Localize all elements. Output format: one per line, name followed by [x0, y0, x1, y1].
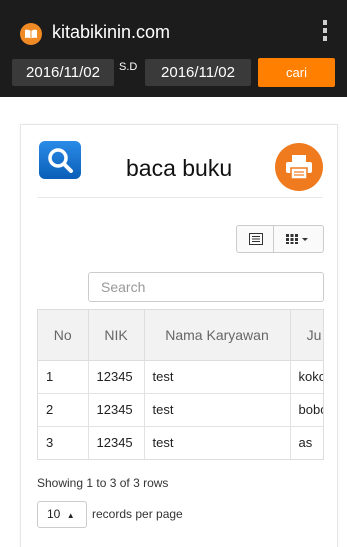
table-cell: 12345: [88, 425, 145, 459]
card-title: baca buku: [126, 155, 233, 181]
column-header-no[interactable]: No: [38, 310, 89, 361]
table-cell: test: [144, 425, 291, 459]
table-cell: 1: [38, 359, 89, 393]
date-from-input[interactable]: 2016/11/02: [12, 59, 114, 86]
table-cell: 3: [38, 425, 89, 459]
table-row[interactable]: 3 12345 test as: [38, 425, 323, 459]
column-header-nama-karyawan[interactable]: Nama Karyawan: [144, 310, 291, 361]
table-row[interactable]: 1 12345 test koko: [38, 359, 323, 393]
list-view-button[interactable]: [236, 225, 274, 253]
table-cell: bobo: [290, 392, 323, 426]
book-icon: [20, 23, 42, 45]
columns-toggle-button[interactable]: [273, 225, 324, 253]
pagination-summary: Showing 1 to 3 of 3 rows: [37, 476, 169, 490]
column-header-nik[interactable]: NIK: [88, 310, 145, 361]
columns-grid-icon: [286, 234, 308, 244]
magnifier-icon: [39, 141, 81, 179]
search-input[interactable]: Search: [88, 272, 324, 302]
data-table: No NIK Nama Karyawan Ju 1 12345 test kok…: [37, 309, 324, 460]
table-cell: as: [290, 425, 323, 459]
column-header-ju[interactable]: Ju: [290, 310, 323, 361]
content-card: baca buku Search No NIK Nama Karyawan Ju…: [20, 124, 338, 547]
table-cell: test: [144, 392, 291, 426]
app-bar: kitabikinin.com 2016/11/02 S.D 2016/11/0…: [0, 0, 347, 97]
records-per-page-label: records per page: [92, 507, 183, 521]
list-view-icon: [249, 233, 263, 245]
date-to-input[interactable]: 2016/11/02: [145, 59, 251, 86]
app-title: kitabikinin.com: [52, 22, 171, 42]
table-row[interactable]: 2 12345 test bobo: [38, 392, 323, 426]
date-separator-label: S.D: [119, 61, 138, 73]
table-cell: 12345: [88, 359, 145, 393]
page-size-select[interactable]: 10 ▲: [37, 501, 87, 528]
card-divider: [37, 197, 323, 198]
table-header-row: No NIK Nama Karyawan Ju: [38, 310, 323, 361]
kebab-menu-icon[interactable]: [321, 20, 329, 46]
page-size-value: 10: [47, 507, 61, 521]
printer-icon[interactable]: [275, 143, 323, 191]
table-cell: 2: [38, 392, 89, 426]
search-submit-button[interactable]: cari: [258, 58, 335, 87]
table-cell: 12345: [88, 392, 145, 426]
caret-up-icon: ▲: [66, 511, 75, 520]
table-cell: test: [144, 359, 291, 393]
table-cell: koko: [290, 359, 323, 393]
